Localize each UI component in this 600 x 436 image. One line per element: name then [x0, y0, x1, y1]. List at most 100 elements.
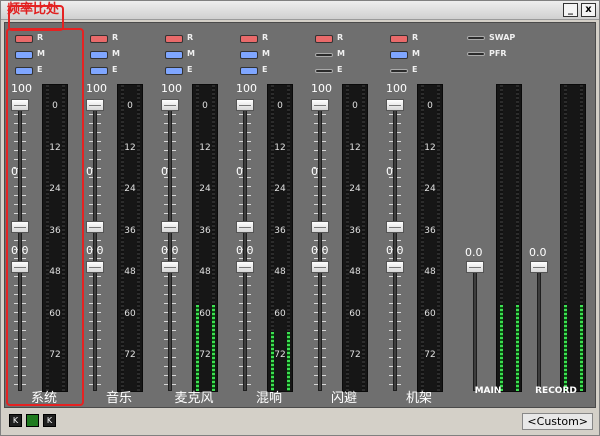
channel-m-toggle[interactable] — [315, 53, 333, 57]
channel-top-knob[interactable] — [86, 99, 104, 111]
meter-scale-label: 12 — [199, 142, 211, 153]
channel-top-value: 100 — [86, 82, 107, 95]
channel-fader-knob[interactable] — [86, 261, 104, 273]
swap-toggle[interactable] — [467, 36, 485, 40]
meter-active-level — [580, 305, 583, 391]
meter-active-level — [516, 305, 519, 391]
meter-scale-label: 24 — [274, 184, 286, 194]
channel-m-toggle[interactable] — [90, 51, 108, 59]
meter-scale-label: 0 — [352, 101, 358, 111]
record-fader-knob[interactable] — [530, 261, 548, 273]
channel-fader-track[interactable] — [318, 101, 322, 391]
channel-e-label: E — [412, 65, 418, 74]
main-fader-knob[interactable] — [466, 261, 484, 273]
channel-r-label: R — [112, 33, 119, 42]
channel-mid-knob[interactable] — [86, 221, 104, 233]
channel-fader-track[interactable] — [243, 101, 247, 391]
main-level-meter — [496, 84, 522, 392]
pfr-toggle[interactable] — [467, 52, 485, 56]
pfr-label: PFR — [489, 49, 507, 58]
channel-m-toggle[interactable] — [165, 51, 183, 59]
channel-top-value: 100 — [311, 82, 332, 95]
channel-mid-knob[interactable] — [386, 221, 404, 233]
mixer-window: 频率比处 _ x SWAP PFR 0.0 MAIN 0.0 RECORD RM… — [0, 0, 600, 436]
channel-fader-knob[interactable] — [311, 261, 329, 273]
meter-segment-column — [121, 85, 124, 391]
channel-top-knob[interactable] — [311, 99, 329, 111]
next-preset-button[interactable]: K — [43, 414, 56, 427]
channel-m-label: M — [187, 49, 195, 58]
meter-segment-column — [362, 85, 365, 391]
channel-top-knob[interactable] — [236, 99, 254, 111]
meter-scale-label: 60 — [199, 308, 211, 319]
meter-scale-label: 48 — [274, 267, 286, 277]
meter-scale-label: 36 — [199, 225, 211, 236]
channel-r-toggle[interactable] — [315, 35, 333, 43]
channel-r-label: R — [337, 33, 344, 42]
channel-name: 麦克风 — [174, 391, 214, 406]
meter-scale-label: 24 — [124, 184, 136, 194]
meter-scale-label: 12 — [274, 142, 286, 153]
channel-r-toggle[interactable] — [165, 35, 183, 43]
meter-segment-column — [421, 85, 424, 391]
swap-label: SWAP — [489, 33, 516, 42]
status-bar: K K <Custom> — [1, 409, 599, 435]
title-highlight — [8, 5, 64, 31]
meter-segment-column — [346, 85, 349, 391]
channel-name: 机架 — [405, 391, 432, 406]
meter-scale-label: 0 — [427, 101, 433, 111]
channel-strip: RME10000.00122436486072系统 — [6, 5, 84, 409]
preset-indicator[interactable] — [26, 414, 39, 427]
channel-strip: RME10000.00122436486072闪避 — [307, 23, 381, 409]
main-fader-track[interactable] — [473, 263, 477, 391]
channel-strip: RME10000.00122436486072混响 — [232, 23, 306, 409]
prev-preset-button[interactable]: K — [9, 414, 22, 427]
channel-top-value: 100 — [161, 82, 182, 95]
channel-r-toggle[interactable] — [390, 35, 408, 43]
channel-m-label: M — [112, 49, 120, 58]
channel-mid-knob[interactable] — [236, 221, 254, 233]
meter-scale-label: 0 — [127, 101, 133, 111]
channel-level-meter — [342, 84, 368, 392]
channel-e-toggle[interactable] — [90, 67, 108, 75]
close-button[interactable]: x — [581, 3, 596, 17]
channel-e-toggle[interactable] — [240, 67, 258, 75]
channel-top-value: 100 — [386, 82, 407, 95]
record-fader-track[interactable] — [537, 263, 541, 391]
channel-fader-track[interactable] — [93, 101, 97, 391]
channel-fader-knob[interactable] — [161, 261, 179, 273]
channel-top-knob[interactable] — [161, 99, 179, 111]
channel-r-label: R — [412, 33, 419, 42]
channel-m-toggle[interactable] — [240, 51, 258, 59]
meter-active-level — [564, 305, 567, 391]
channel-e-toggle[interactable] — [315, 69, 333, 73]
minimize-button[interactable]: _ — [563, 3, 578, 17]
channel-e-toggle[interactable] — [390, 69, 408, 73]
channel-fader-knob[interactable] — [236, 261, 254, 273]
channel-r-toggle[interactable] — [240, 35, 258, 43]
channel-top-knob[interactable] — [386, 99, 404, 111]
meter-scale-label: 24 — [424, 184, 436, 194]
channel-name: 混响 — [255, 391, 282, 406]
channel-mid-knob[interactable] — [311, 221, 329, 233]
meter-scale-label: 0 — [202, 101, 208, 111]
meter-active-level — [500, 305, 503, 391]
channel-fader-track[interactable] — [393, 101, 397, 391]
channel-level-meter — [117, 84, 143, 392]
channel-r-label: R — [262, 33, 269, 42]
channel-level-meter — [192, 84, 218, 392]
preset-selector[interactable]: <Custom> — [522, 413, 593, 430]
record-level-meter — [560, 84, 586, 392]
channel-fader-knob[interactable] — [386, 261, 404, 273]
channel-r-toggle[interactable] — [90, 35, 108, 43]
channel-e-toggle[interactable] — [165, 67, 183, 75]
main-fader-value: 0.0 — [465, 246, 483, 259]
channel-e-label: E — [187, 65, 193, 74]
main-label: MAIN — [474, 386, 502, 396]
meter-scale-label: 60 — [349, 308, 361, 319]
channel-level-meter — [417, 84, 443, 392]
channel-mid-knob[interactable] — [161, 221, 179, 233]
channel-fader-track[interactable] — [168, 101, 172, 391]
channel-m-toggle[interactable] — [390, 51, 408, 59]
channel-e-label: E — [262, 65, 268, 74]
